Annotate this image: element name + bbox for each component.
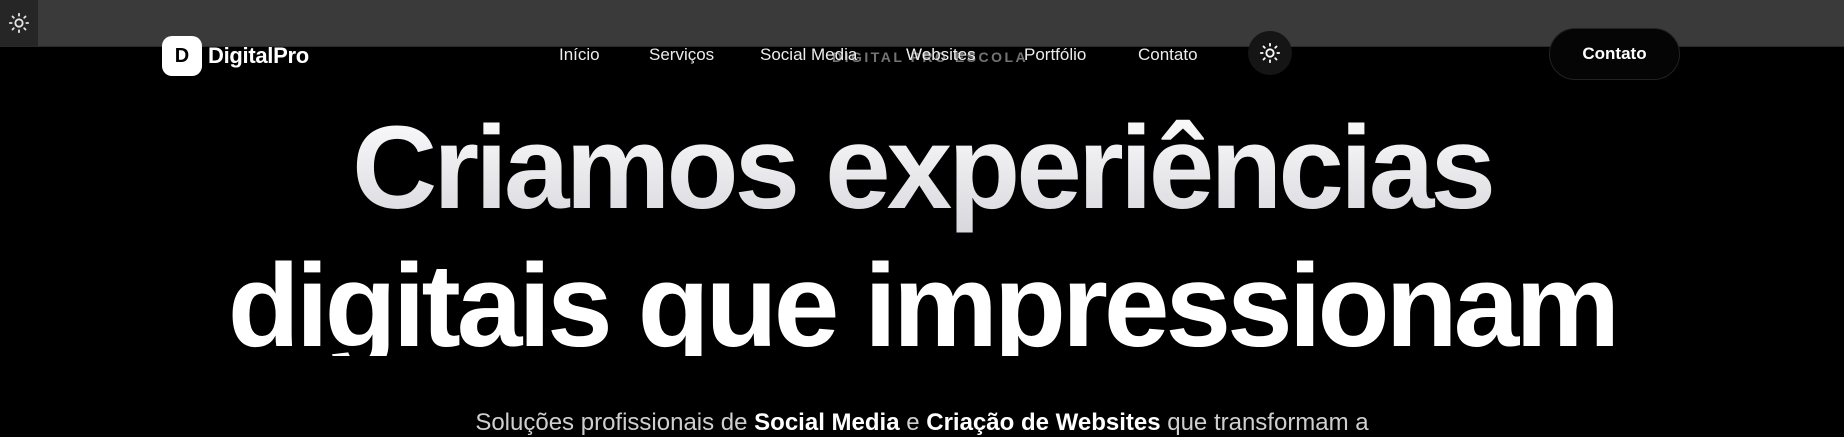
nav-link-servicos[interactable]: Serviços: [649, 45, 714, 65]
theme-toggle-button[interactable]: [1248, 31, 1292, 75]
hero-subtitle-social-media: Social Media: [754, 409, 900, 436]
brand-logo[interactable]: D DigitalPro: [162, 36, 309, 76]
hero-subtitle: Soluções profissionais de Social Media e…: [0, 409, 1844, 437]
main-navbar: D DigitalPro DIGITAL PRO ESCOLA Início S…: [0, 28, 1844, 82]
nav-link-inicio[interactable]: Início: [559, 45, 600, 65]
brand-name: DigitalPro: [208, 43, 309, 68]
hero-subtitle-websites: Criação de Websites: [926, 409, 1161, 436]
hero-title-line-2: digitais que impressionam: [227, 240, 1620, 356]
hero-subtitle-prefix: Soluções profissionais de: [475, 409, 755, 436]
hero-subtitle-mid: e: [899, 409, 927, 436]
nav-link-websites[interactable]: Websites: [906, 45, 976, 65]
hero-title: Criamos experiências: [0, 100, 1844, 236]
sun-icon: [1259, 42, 1281, 64]
brand-badge: D: [162, 36, 202, 76]
hero-title-line-2-wrap: digitais que impressionam: [0, 238, 1844, 356]
contact-button[interactable]: Contato: [1549, 28, 1680, 80]
nav-link-portfolio[interactable]: Portfólio: [1024, 45, 1086, 65]
nav-link-social-media[interactable]: Social Media: [760, 45, 857, 65]
nav-link-contato[interactable]: Contato: [1138, 45, 1198, 65]
hero-title-line-1: Criamos experiências: [0, 100, 1844, 236]
hero-subtitle-suffix: que transformam a: [1160, 409, 1369, 436]
